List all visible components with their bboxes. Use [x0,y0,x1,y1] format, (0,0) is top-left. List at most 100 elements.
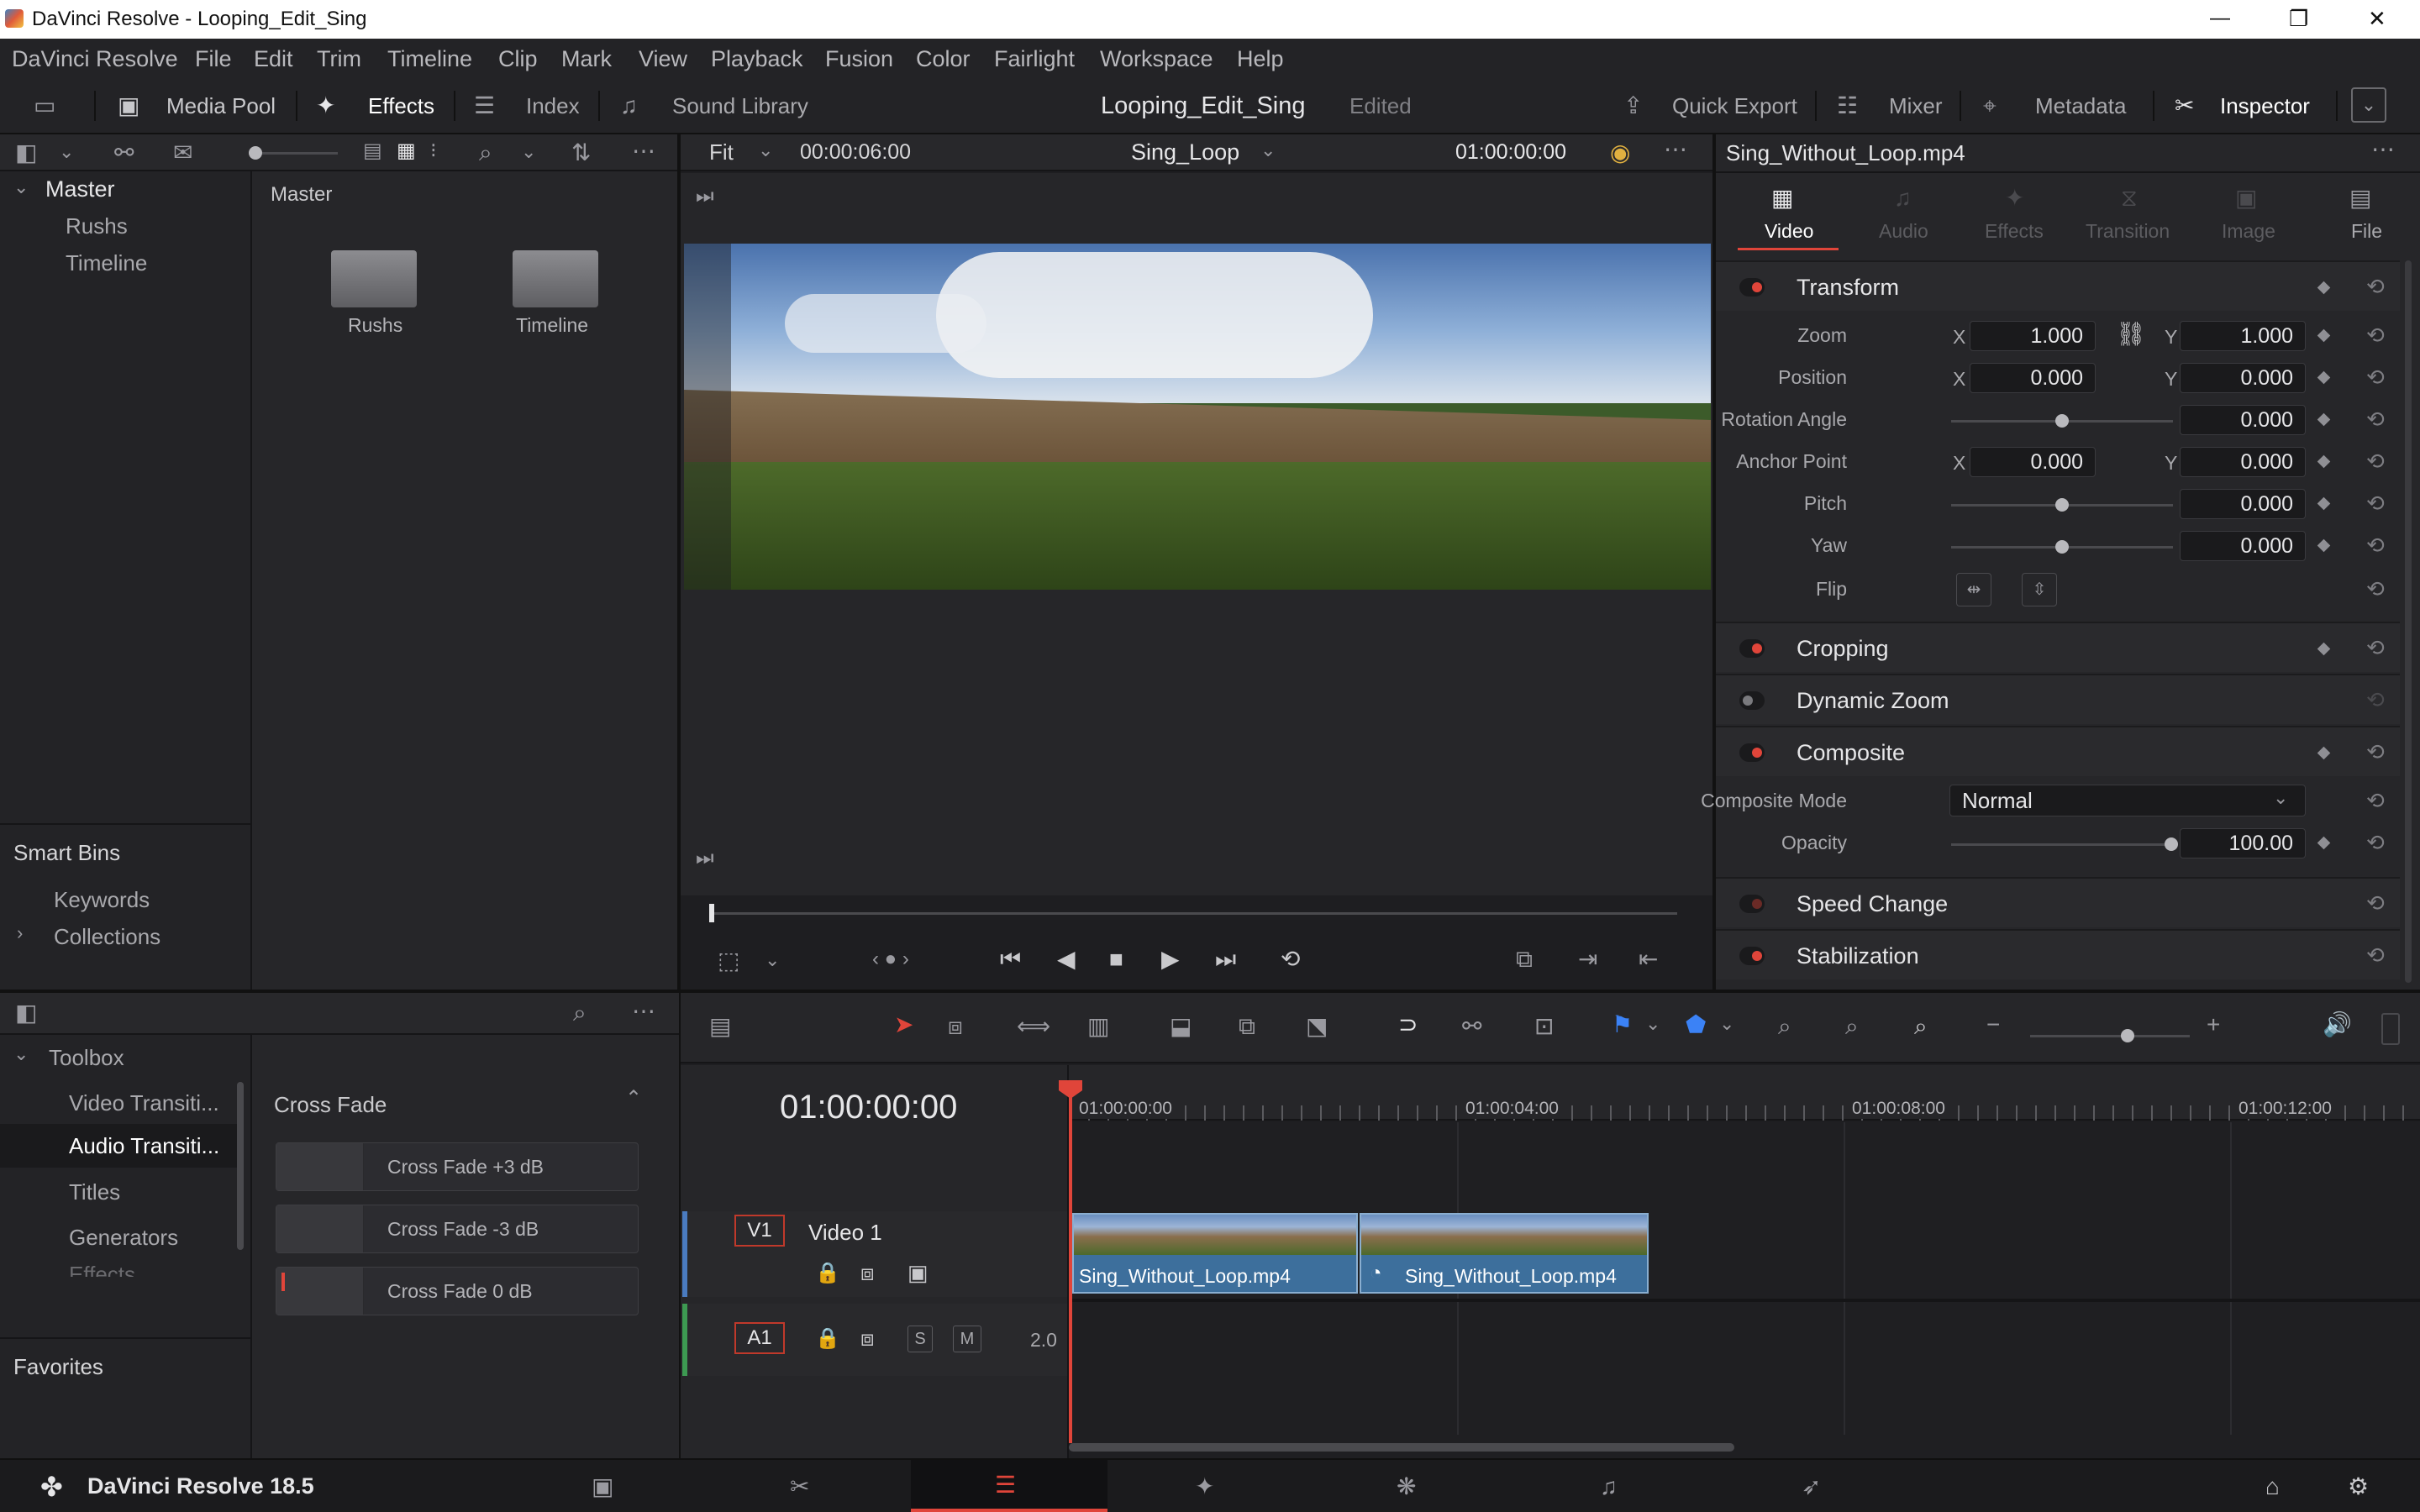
reset-icon[interactable]: ⟲ [2366,944,2385,966]
enable-toggle[interactable] [1739,639,1765,658]
full-extent-zoom-icon[interactable]: ⌕ [1778,1015,1791,1038]
jump-to-end-icon[interactable]: ⏭ [696,848,714,869]
track-id-v1[interactable]: V1 [734,1215,785,1247]
effect-cross-fade-minus-3[interactable]: Cross Fade -3 dB [276,1205,639,1253]
minimize-button[interactable]: — [2210,0,2230,37]
inspector-scrollbar[interactable] [2405,260,2412,983]
menu-clip[interactable]: Clip [498,39,538,79]
auto-select-icon[interactable]: ⧈ [860,1327,875,1349]
fairlight-page-icon[interactable]: ♫ [1600,1475,1618,1499]
skip-to-start-icon[interactable]: ⏮ [1000,948,1021,971]
menu-workspace[interactable]: Workspace [1100,39,1213,79]
selection-tool-icon[interactable]: ➤ [894,1013,913,1037]
lock-icon[interactable]: 🔒 [815,1329,840,1349]
position-lock-icon[interactable]: ⊡ [1534,1015,1554,1038]
keyframe-icon[interactable] [2317,454,2331,469]
composite-mode-dropdown[interactable]: Normal ⌄ [1949,785,2306,816]
toolbox-titles[interactable]: Titles [69,1179,120,1205]
replace-clip-icon[interactable]: ⬔ [1306,1015,1328,1038]
timeline-clip[interactable]: Sing_Without_Loop.mp4 [1072,1213,1358,1294]
chevron-right-icon[interactable]: › [17,924,23,942]
toolbox-scrollbar[interactable] [237,1082,244,1250]
chevron-down-icon[interactable]: ⌄ [521,143,536,161]
search-icon[interactable]: ⌕ [573,1001,587,1025]
timeline-scrollbar[interactable] [1069,1443,1734,1452]
color-page-icon[interactable]: ❋ [1397,1475,1416,1499]
timeline-playhead[interactable] [1059,1080,1082,1443]
menu-fairlight[interactable]: Fairlight [994,39,1075,79]
expand-toolbar-button[interactable]: ⌄ [2351,87,2386,123]
more-options-icon[interactable]: ⋯ [2371,138,2395,161]
menu-file[interactable]: File [195,39,232,79]
tab-image[interactable]: ▣ Image [2203,173,2296,250]
enable-toggle[interactable] [1739,691,1765,710]
snapping-icon[interactable]: ⊃ [1398,1013,1418,1037]
bin-timeline[interactable]: Timeline [66,250,147,276]
keyframe-icon[interactable] [2317,496,2331,511]
color-wheel-icon[interactable]: ◉ [1610,141,1630,165]
more-options-icon[interactable]: ⋯ [1664,138,1687,161]
more-options-icon[interactable]: ⋯ [632,1000,655,1023]
zoom-x-input[interactable]: 1.000 [1970,321,2096,351]
menu-edit[interactable]: Edit [254,39,293,79]
transform-overlay-icon[interactable]: ⬚ [718,949,739,973]
reverse-icon[interactable]: ◀ [1057,948,1076,971]
chevron-down-icon[interactable]: ⌄ [13,1045,29,1063]
keyframe-icon[interactable] [2317,370,2331,385]
skip-to-end-icon[interactable]: ⏭ [1215,948,1236,971]
enable-toggle[interactable] [1739,947,1765,965]
tab-file[interactable]: ▤ File [2317,173,2402,250]
opacity-input[interactable]: 100.00 [2180,828,2306,858]
flip-horizontal-button[interactable]: ⇹ [1956,573,1991,606]
viewer-timeline-name[interactable]: Sing_Loop [1131,134,1239,170]
composite-section-header[interactable]: Composite ⟲ [1716,726,2400,776]
tab-audio[interactable]: ♫ Audio [1865,173,1949,250]
folder-timeline[interactable]: Timeline [509,247,602,348]
reset-icon[interactable]: ⟲ [2366,832,2385,853]
zoom-y-input[interactable]: 1.000 [2180,321,2306,351]
menu-view[interactable]: View [639,39,687,79]
more-options-icon[interactable]: ⋯ [632,139,655,163]
link-icon[interactable]: ⛓ [2116,323,2146,346]
insert-clip-icon[interactable]: ⬓ [1170,1015,1192,1038]
reset-icon[interactable]: ⟲ [2366,578,2385,600]
transform-section-header[interactable]: Transform ⟲ [1716,260,2400,311]
playhead-marker[interactable] [709,904,714,922]
reset-icon[interactable]: ⟲ [2366,689,2385,711]
menu-timeline[interactable]: Timeline [387,39,472,79]
menu-mark[interactable]: Mark [561,39,612,79]
bin-master[interactable]: Master [45,176,115,202]
menu-help[interactable]: Help [1237,39,1284,79]
opacity-slider[interactable] [1951,843,2173,846]
track-id-a1[interactable]: A1 [734,1322,785,1354]
flag-icon[interactable]: ⚑ [1612,1013,1633,1037]
smart-bin-collections[interactable]: Collections [54,924,160,950]
reset-icon[interactable]: ⟲ [2366,324,2385,346]
folder-rushs[interactable]: Rushs [328,247,420,348]
solo-button[interactable]: S [908,1326,933,1352]
zoom-fit-dropdown[interactable]: Fit [709,134,734,170]
track-visibility-icon[interactable]: ▣ [908,1262,929,1284]
metadata-view-icon[interactable]: ⁝ [430,141,437,161]
chevron-down-icon[interactable]: ⌄ [765,951,780,969]
reset-icon[interactable]: ⟲ [2366,450,2385,472]
volume-icon[interactable]: 🔊 [2323,1013,2352,1037]
stop-icon[interactable]: ■ [1109,948,1123,971]
thumbnail-size-slider[interactable] [249,146,262,160]
position-y-input[interactable]: 0.000 [2180,363,2306,393]
reset-icon[interactable]: ⟲ [2366,637,2385,659]
reset-icon[interactable]: ⟲ [2366,534,2385,556]
keyframe-icon[interactable] [2317,642,2331,656]
tab-video[interactable]: ▦ Video [1738,173,1839,250]
timeline-view-options-icon[interactable]: ▤ [709,1015,731,1038]
detail-zoom-icon[interactable]: ⌕ [1845,1015,1859,1038]
toolbox-audio-transitions[interactable]: Audio Transiti... [0,1124,237,1168]
match-frame-icon[interactable]: ⧉ [1516,948,1533,971]
speed-change-section-header[interactable]: Speed Change ⟲ [1716,877,2400,927]
anchor-x-input[interactable]: 0.000 [1970,447,2096,477]
menu-color[interactable]: Color [916,39,971,79]
workspace-layout-icon[interactable]: ▭ [34,94,55,118]
sidebar-toggle-icon[interactable]: ◧ [15,1001,37,1025]
mark-out-icon[interactable]: ⇤ [1639,948,1658,971]
keyframe-icon[interactable] [2317,746,2331,760]
